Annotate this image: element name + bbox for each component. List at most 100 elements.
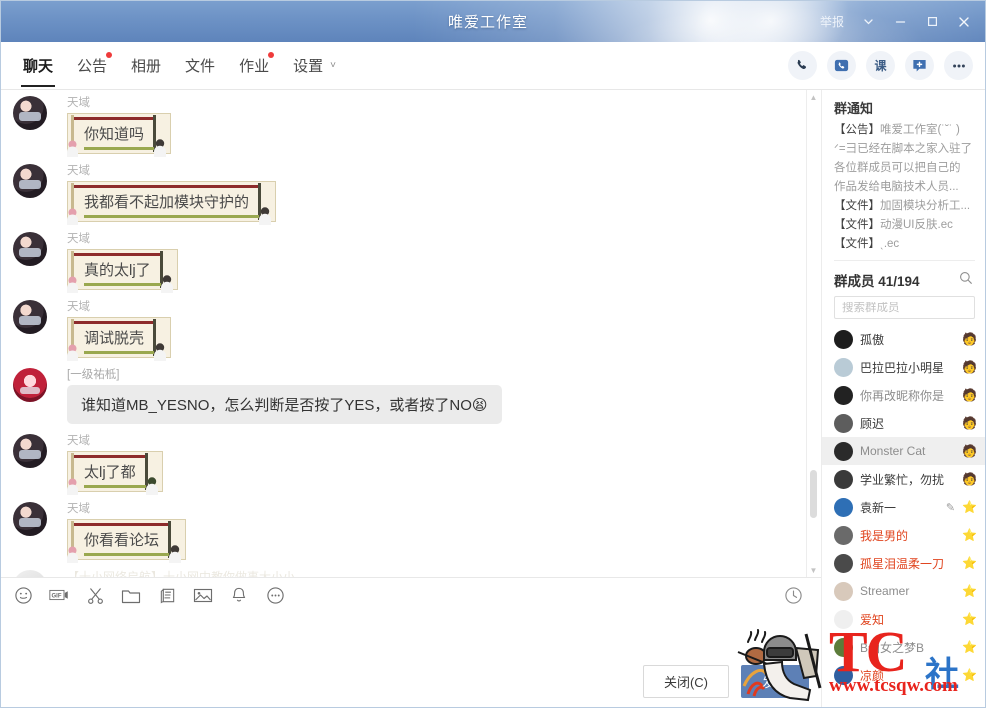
message-bubble[interactable]: 你看看论坛 [67,519,187,563]
notice-file-line[interactable]: 【文件】ˎ.ec [822,235,985,254]
shake-bell-icon[interactable] [229,585,249,605]
notice-line[interactable]: 作品发给电脑技术人员... [822,178,985,197]
message-bubble[interactable]: 我都看不起加模块守护的 [67,181,277,225]
minimize-icon[interactable] [885,8,915,36]
notice-text: ˎ.ec [880,238,900,250]
message-input[interactable] [1,612,823,672]
chevron-up-icon[interactable]: ▲ [807,90,820,104]
class-icon[interactable]: 课 [866,51,895,80]
message-sender: 天域 [67,233,90,245]
list-item[interactable]: 孤傲 🧑 [822,325,985,353]
close-button[interactable]: 关闭(C) [642,665,729,698]
screenshot-history-icon[interactable] [157,585,177,605]
avatar [834,497,853,517]
list-item[interactable]: 巴拉巴拉小明星 🧑 [822,353,985,381]
avatar[interactable] [13,300,47,334]
message-text: 真的太lj了 [84,262,151,279]
message-text: 我都看不起加模块守护的 [84,194,250,211]
list-item[interactable]: 袁新一 ✎ ⭐ [822,493,985,521]
tab-album[interactable]: 相册 [119,43,173,89]
chevron-down-icon[interactable]: ▼ [807,563,820,577]
image-icon[interactable] [193,585,213,605]
bubble-top-bar [72,117,155,120]
list-item[interactable]: 顾迟 🧑 [822,409,985,437]
message-bubble[interactable]: 谁知道MB_YESNO，怎么判断是否按了YES，或者按了NO😫 [67,385,502,424]
member-name: 学业繁忙，勿扰 [860,472,945,487]
avatar[interactable] [13,434,47,468]
report-button[interactable]: 举报 [813,9,851,34]
screenshot-scissors-icon[interactable] [85,585,105,605]
list-item[interactable]: B仙女之梦B ⭐ [822,633,985,661]
video-call-icon[interactable] [827,51,856,80]
edit-pencil-icon[interactable]: ✎ [946,501,955,514]
scrollbar-thumb[interactable] [810,470,817,518]
list-item-selected[interactable]: Monster Cat 🧑 [822,437,985,465]
list-item[interactable]: 我是男的 ⭐ [822,521,985,549]
bubble-bottom-bar [84,351,155,354]
chat-message-list[interactable]: 天域 你知道吗 天域 我都看不起加模块守护的 天域 真的太lj了 天域 调试脱壳… [1,90,823,577]
avatar[interactable] [13,232,47,266]
tab-chat[interactable]: 聊天 [11,43,65,89]
list-item[interactable]: 孤星泪温柔一刀 ⭐ [822,549,985,577]
chat-scrollbar[interactable]: ▲ ▼ [806,90,819,577]
list-item[interactable]: 你再改昵称你是 🧑 [822,381,985,409]
list-item[interactable]: 凉颜 ⭐ [822,661,985,689]
chevron-down-icon[interactable] [853,8,883,36]
member-name: B仙女之梦B [860,640,925,655]
message-bubble[interactable]: 真的太lj了 [67,249,178,293]
list-item[interactable]: 学业繁忙，勿扰 🧑 [822,465,985,493]
title-bar: 唯爱工作室 举报 [1,1,985,42]
tab-homework[interactable]: 作业 [227,43,281,89]
notice-file-line[interactable]: 【文件】动漫UI反肤.ec [822,216,985,235]
class-icon-label: 课 [874,59,887,73]
more-icon[interactable] [265,585,285,605]
phone-call-icon[interactable] [788,51,817,80]
tab-files[interactable]: 文件 [173,43,227,89]
notice-tag: 【公告】 [834,124,880,136]
chat-history-icon[interactable] [783,585,803,605]
avatar [834,385,853,405]
avatar[interactable] [13,570,47,577]
message-bubble[interactable]: 你知道吗 [67,113,172,157]
list-item[interactable]: Streamer ⭐ [822,577,985,605]
qq-group-chat-window: 唯爱工作室 举报 聊天 公告 相册 文件 作业 设置 ˅ 课 天域 你知道吗 天… [0,0,986,708]
search-icon[interactable] [959,271,973,290]
gif-icon[interactable]: GIF [49,585,69,605]
bubble-left-figure-icon [67,546,78,563]
add-message-icon[interactable] [905,51,934,80]
emoji-icon[interactable] [13,585,33,605]
notice-text: 动漫UI反肤.ec [880,219,953,231]
avatar[interactable] [13,96,47,130]
avatar[interactable] [13,164,47,198]
chat-message: 天域 你看看论坛 [1,496,823,564]
chat-message: 天域 你知道吗 [1,90,823,158]
tab-label: 作业 [239,58,270,75]
notice-line[interactable]: ᐟ=彐已经在脚本之家入驻了 [822,140,985,159]
tab-settings[interactable]: 设置 ˅ [281,43,348,89]
member-search-box[interactable] [834,296,975,319]
member-name: 我是男的 [860,528,909,543]
notice-line[interactable]: 【公告】唯爱工作室(˙˘˙ ) [822,121,985,140]
close-icon[interactable] [949,8,979,36]
avatar[interactable] [13,368,47,402]
notice-file-line[interactable]: 【文件】加固模块分析工... [822,197,985,216]
group-members-title: 群成员 41/194 [834,270,920,290]
list-item[interactable]: 爱知 ⭐ [822,605,985,633]
member-badge-icon: 🧑 [962,332,977,346]
more-options-icon[interactable] [944,51,973,80]
maximize-icon[interactable] [917,8,947,36]
member-badge-icon: ⭐ [962,668,977,682]
member-badge-icon: 🧑 [962,388,977,402]
folder-icon[interactable] [121,585,141,605]
composer-toolbar: GIF [1,578,823,612]
send-button[interactable]: 发送 [740,665,809,698]
bubble-left-figure-icon [67,276,78,293]
avatar [834,441,853,461]
bubble-left-figure-icon [67,344,78,361]
message-bubble[interactable]: 调试脱壳 [67,317,172,361]
search-input[interactable] [842,301,967,314]
tab-announcements[interactable]: 公告 [65,43,119,89]
message-bubble[interactable]: 太lj了都 [67,451,163,495]
avatar[interactable] [13,502,47,536]
notice-line[interactable]: 各位群成员可以把自己的 [822,159,985,178]
